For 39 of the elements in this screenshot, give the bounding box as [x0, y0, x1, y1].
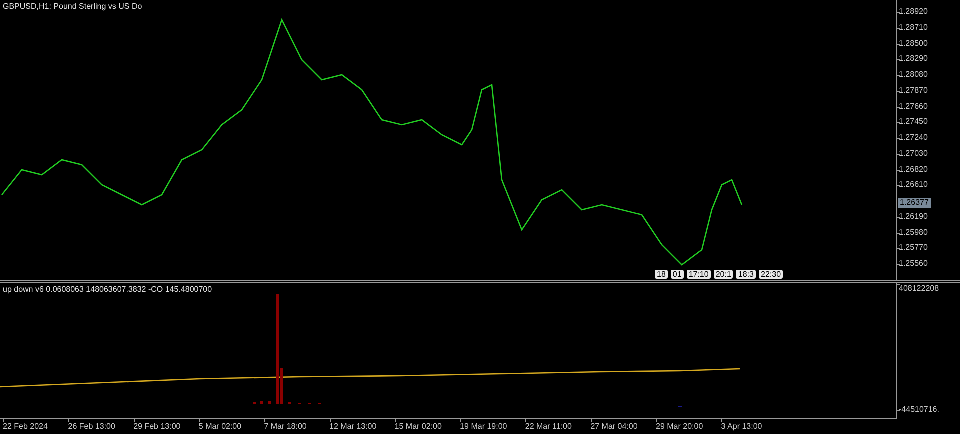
price-tick-label: 1.28290	[899, 54, 928, 64]
date-label: 27 Mar 04:00	[590, 422, 638, 432]
date-label: 7 Mar 18:00	[264, 422, 307, 432]
price-tick-label: 1.28500	[899, 38, 928, 48]
price-tick-label: 1.27870	[899, 86, 928, 96]
date-label: 12 Mar 13:00	[330, 422, 377, 432]
price-tick-label: 1.26820	[899, 164, 928, 174]
price-tick-label: 1.25980	[899, 228, 928, 238]
trade-time-label: 18:3	[736, 270, 756, 279]
price-tick-label: 1.28080	[899, 70, 928, 80]
price-tick-label: 1.28710	[899, 22, 928, 33]
trade-time-label: 22:30	[759, 270, 784, 279]
chart-title: GBPUSD,H1: Pound Sterling vs US Do	[3, 2, 142, 11]
price-tick-label: 1.27030	[899, 148, 928, 159]
trade-time-label: 17:10	[686, 270, 711, 279]
date-label: 19 Mar 19:00	[460, 422, 508, 432]
price-tick-label: 1.25560	[899, 259, 928, 269]
price-tick-label: 1.28920	[899, 7, 928, 17]
date-label: 22 Feb 2024	[3, 422, 48, 432]
trade-time-label: 18	[655, 270, 668, 279]
date-label: 26 Feb 13:00	[68, 422, 116, 432]
price-tick-label: 1.25770	[899, 243, 928, 254]
trade-time-label: 01	[670, 270, 684, 279]
date-label: 3 Apr 13:00	[721, 422, 762, 432]
trade-time-label: 20:1	[714, 270, 734, 279]
date-label: 15 Mar 02:00	[394, 422, 442, 432]
date-label: 29 Mar 20:00	[656, 422, 704, 432]
price-tick-label: 1.27450	[899, 117, 928, 128]
indicator-scale-label: 408122208	[899, 284, 940, 294]
date-label: 29 Feb 13:00	[134, 422, 181, 432]
price-tick-label: 1.27660	[899, 102, 928, 112]
indicator-title: up down v6 0.0608063 148063607.3832 -CO 145.4800700	[3, 285, 212, 294]
current-price-label: 1.26377	[898, 198, 931, 208]
price-tick-label: 1.26610	[899, 180, 928, 190]
price-tick-label: 1.27240	[899, 133, 928, 143]
indicator-scale-label: -44510716.	[899, 405, 940, 415]
date-label: 22 Mar 11:00	[525, 422, 572, 432]
price-tick-label: 1.26190	[899, 212, 928, 222]
date-label: 5 Mar 02:00	[198, 422, 242, 432]
